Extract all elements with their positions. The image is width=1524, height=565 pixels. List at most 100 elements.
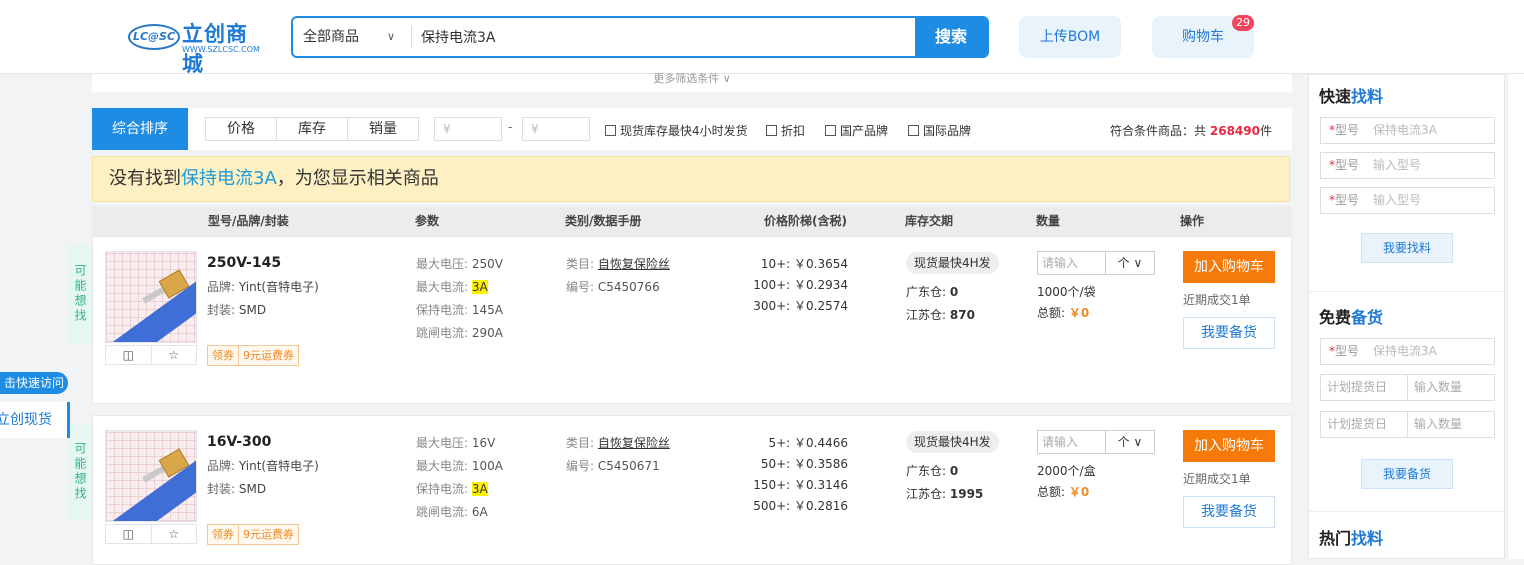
chevron-down-icon[interactable]: ∨ — [387, 18, 395, 56]
code-label: 编号: — [566, 459, 595, 473]
filter-intl-brand-checkbox[interactable]: 国际品牌 — [908, 122, 971, 139]
param-label: 保持电流: — [416, 303, 469, 317]
search-input[interactable] — [421, 22, 901, 52]
reserve-stock-button[interactable]: 我要备货 — [1183, 317, 1275, 349]
stock-model-input[interactable]: *型号 保持电流3A — [1320, 338, 1495, 365]
field-placeholder: 输入型号 — [1373, 193, 1422, 207]
right-panel: 快速找料 *型号 保持电流3A *型号 输入型号 *型号 输入型号 我要找料 免费备货… — [1308, 74, 1506, 559]
site-logo[interactable]: LC@SC 立创商城 WWW.SZLCSC.COM — [128, 18, 268, 76]
stock-qty-input[interactable]: 输入数量 — [1407, 412, 1494, 437]
quantity-input[interactable]: 请输入个 ∨ — [1037, 430, 1155, 454]
coupon-badge[interactable]: 领券 9元运费券 — [207, 524, 299, 545]
stock-value: 870 — [949, 308, 975, 322]
stock-qty-input[interactable]: 输入数量 — [1407, 375, 1494, 400]
notice-suffix: ，为您显示相关商品 — [276, 168, 439, 189]
find-parts-button[interactable]: 我要找料 — [1361, 233, 1453, 263]
star-icon[interactable]: ☆ — [152, 525, 197, 543]
maybe-looking-tag[interactable]: 可能想找 — [68, 424, 92, 520]
quick-find-title: 快速找料 — [1319, 83, 1383, 107]
title-part: 热门 — [1319, 529, 1352, 548]
notice-prefix: 没有找到 — [109, 168, 181, 189]
pickup-date-input[interactable]: 计划提货日 — [1321, 412, 1407, 437]
stock-value: 0 — [949, 285, 959, 299]
quick-access-link[interactable]: 立创现货 — [0, 402, 70, 438]
total-value: ￥0 — [1068, 306, 1090, 320]
header-model: 型号/品牌/封装 — [208, 214, 289, 228]
sort-default-tab[interactable]: 综合排序 — [92, 108, 188, 150]
checkbox-icon — [825, 125, 836, 136]
coupon-shipping: 9元运费券 — [238, 525, 298, 544]
coupon-get: 领券 — [212, 349, 234, 362]
product-model[interactable]: 250V-145 — [207, 255, 281, 271]
filter-domestic-brand-checkbox[interactable]: 国产品牌 — [825, 122, 888, 139]
price-min-input[interactable]: ¥ — [434, 117, 502, 141]
brand-value[interactable]: Yint(音特电子) — [239, 280, 319, 294]
title-part: 免费 — [1319, 308, 1352, 327]
quantity-placeholder[interactable]: 请输入 — [1038, 252, 1106, 274]
coupon-badge[interactable]: 领券 9元运费券 — [207, 345, 299, 366]
find-model-input-1[interactable]: *型号 保持电流3A — [1320, 117, 1495, 144]
pack-info: 1000个/袋 — [1037, 285, 1096, 299]
category-link[interactable]: 自恢复保险丝 — [598, 436, 670, 450]
add-to-cart-button[interactable]: 加入购物车 — [1183, 430, 1275, 462]
header-action: 操作 — [1180, 214, 1205, 228]
price-max-input[interactable]: ¥ — [522, 117, 590, 141]
code-value: C5450766 — [597, 280, 660, 294]
quantity-input[interactable]: 请输入个 ∨ — [1037, 251, 1155, 275]
param-value: 250V — [471, 257, 503, 271]
unit-value: 个 — [1117, 435, 1130, 449]
result-count-number: 268490 — [1209, 124, 1260, 138]
stock-value: 0 — [949, 464, 959, 478]
header-stock: 库存交期 — [905, 214, 954, 228]
product-code: 编号: C5450671 — [566, 457, 660, 474]
reserve-stock-panel-button[interactable]: 我要备货 — [1361, 459, 1453, 489]
product-image[interactable] — [105, 430, 197, 522]
find-model-input-3[interactable]: *型号 输入型号 — [1320, 187, 1495, 214]
product-model[interactable]: 16V-300 — [207, 434, 271, 450]
scrollbar[interactable] — [1507, 74, 1524, 559]
title-accent: 找料 — [1351, 87, 1384, 106]
cart-count-badge: 29 — [1232, 15, 1254, 31]
total-value: ￥0 — [1068, 485, 1090, 499]
sort-sales-tab[interactable]: 销量 — [347, 117, 419, 141]
brand-value[interactable]: Yint(音特电子) — [239, 459, 319, 473]
chevron-down-icon: ∨ — [722, 72, 731, 85]
reserve-stock-button[interactable]: 我要备货 — [1183, 496, 1275, 528]
product-code: 编号: C5450766 — [566, 278, 660, 295]
price-tier: 50+: ￥0.3586 — [760, 457, 848, 471]
find-model-input-2[interactable]: *型号 输入型号 — [1320, 152, 1495, 179]
sort-price-tab[interactable]: 价格 — [205, 117, 277, 141]
stock-date-qty-row: 计划提货日 输入数量 — [1320, 411, 1495, 438]
unit-select[interactable]: 个 ∨ — [1106, 431, 1154, 453]
search-button[interactable]: 搜索 — [915, 18, 987, 56]
sort-stock-tab[interactable]: 库存 — [276, 117, 348, 141]
product-image[interactable] — [105, 251, 197, 343]
table-header: 型号/品牌/封装 参数 类别/数据手册 价格阶梯(含税) 库存交期 数量 操作 — [92, 206, 1292, 236]
filter-discount-checkbox[interactable]: 折扣 — [766, 122, 805, 139]
pickup-date-input[interactable]: 计划提货日 — [1321, 375, 1407, 400]
no-result-notice: 没有找到保持电流3A，为您显示相关商品 — [92, 156, 1290, 202]
quick-access-tab[interactable]: 击快速访问 — [0, 372, 68, 394]
upload-bom-button[interactable]: 上传BOM — [1019, 16, 1121, 58]
more-filters-toggle[interactable]: 更多筛选条件 ∨ — [92, 72, 1292, 92]
param-label: 跳闸电流: — [416, 326, 469, 340]
header-qty: 数量 — [1036, 214, 1061, 228]
compare-icon[interactable]: ◫ — [106, 525, 152, 543]
search-category-select[interactable]: 全部商品 — [303, 18, 359, 56]
quantity-placeholder[interactable]: 请输入 — [1038, 431, 1106, 453]
category-link[interactable]: 自恢复保险丝 — [598, 257, 670, 271]
filter-fast-ship-checkbox[interactable]: 现货库存最快4小时发货 — [605, 122, 748, 139]
star-icon[interactable]: ☆ — [152, 346, 197, 364]
field-label: 型号 — [1335, 123, 1360, 137]
product-card: ◫ ☆ 领券 9元运费券 16V-300 品牌: Yint(音特电子) 封装: S… — [92, 415, 1292, 565]
total-label: 总额: — [1037, 306, 1066, 320]
header-params: 参数 — [415, 214, 440, 228]
compare-icon[interactable]: ◫ — [106, 346, 152, 364]
stock-label: 江苏仓: — [906, 487, 947, 501]
pack-info: 2000个/盒 — [1037, 464, 1096, 478]
param-value: 16V — [471, 436, 496, 450]
sort-bar: 综合排序 价格 库存 销量 ¥ - ¥ 现货库存最快4小时发货 折扣 国产品牌 … — [92, 108, 1292, 150]
unit-select[interactable]: 个 ∨ — [1106, 252, 1154, 274]
add-to-cart-button[interactable]: 加入购物车 — [1183, 251, 1275, 283]
maybe-looking-tag[interactable]: 可能想找 — [68, 244, 92, 344]
